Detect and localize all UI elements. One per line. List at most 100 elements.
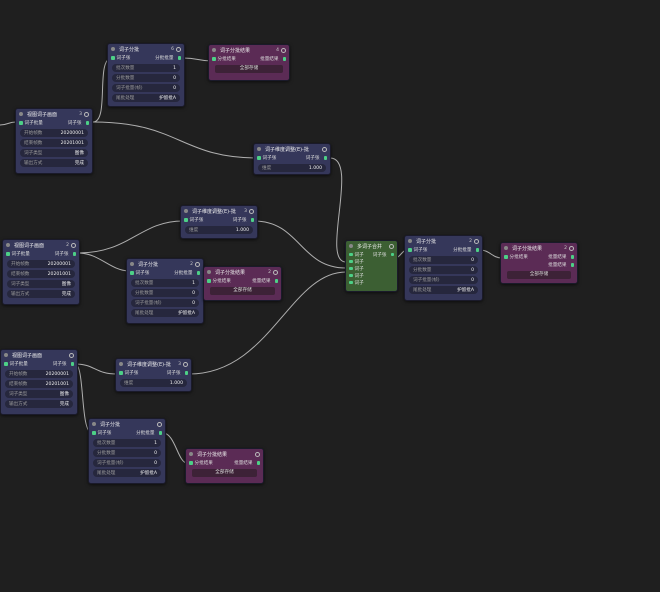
input-port[interactable] [4, 362, 8, 366]
result-node[interactable]: 词子分批结果 分批结果 批量结果 全部存储 [185, 448, 264, 484]
split-count-widget[interactable]: 分批数量 0 [112, 74, 180, 82]
execute-button[interactable]: 全部存储 [192, 469, 257, 477]
output-port[interactable] [274, 279, 278, 283]
output-port[interactable] [570, 263, 574, 267]
end-frame-widget[interactable]: 结束帧数 20201001 [7, 270, 75, 278]
output-port[interactable] [390, 252, 394, 257]
view-node[interactable]: 视图词子画面 3 词子批量 词子张 开始帧数 20200001 结束帧数 2020100… [15, 108, 93, 174]
batch-size-widget[interactable]: 批次数量 1 [131, 279, 199, 287]
input-port[interactable] [349, 259, 353, 264]
view-node[interactable]: 视图词子画面 2 词子批量 词子张 开始帧数 20200001 结束帧数 2020100… [2, 239, 80, 305]
input-port[interactable] [408, 248, 412, 252]
start-frame-widget[interactable]: 开始帧数 20200001 [5, 370, 73, 378]
split-node[interactable]: 词子分批 词子张 分批批量 批次数量 1 分批数量 0 词子批量(帧) 0 尾批处理 护留… [88, 418, 166, 484]
output-port[interactable] [570, 255, 574, 259]
output-port[interactable] [250, 218, 254, 222]
output-mode-widget[interactable]: 输出方式 完成 [20, 159, 88, 167]
collapse-dot-icon[interactable] [130, 262, 134, 266]
input-port[interactable] [189, 461, 193, 465]
result-node[interactable]: 词子分批结果 4 分批结果 批量结果 全部存储 [208, 44, 290, 81]
input-port[interactable] [257, 156, 261, 160]
split-count-widget[interactable]: 分批数量 0 [93, 449, 161, 457]
collapse-dot-icon[interactable] [504, 246, 508, 250]
output-port[interactable] [85, 121, 89, 125]
collapse-dot-icon[interactable] [92, 422, 96, 426]
end-frame-widget[interactable]: 结束帧数 20201001 [20, 139, 88, 147]
collapse-dot-icon[interactable] [19, 112, 23, 116]
output-port[interactable] [158, 431, 162, 435]
collapse-dot-icon[interactable] [207, 270, 211, 274]
input-port[interactable] [349, 273, 353, 278]
input-port[interactable] [6, 252, 10, 256]
tensor-type-widget[interactable]: 词子类型 图像 [7, 280, 75, 288]
merge-node[interactable]: 多词子合并 词子 词子张 词子 词子 词子 词子 [345, 240, 398, 292]
frame-widget[interactable]: 词子批量(帧) 0 [112, 84, 180, 92]
batch-size-widget[interactable]: 批次数量 1 [93, 439, 161, 447]
dim-widget[interactable]: 维度 1.000 [185, 226, 253, 234]
result-node[interactable]: 词子分批结果 2 分批结果 批量结果 全部存储 [203, 266, 282, 301]
input-port[interactable] [184, 218, 188, 222]
split-node[interactable]: 词子分批 6 词子张 分批批量 批次数量 1 分批数量 0 词子批量(帧) 0 尾批处理护… [107, 43, 185, 107]
input-port[interactable] [349, 252, 353, 257]
split-count-widget[interactable]: 分批数量 0 [131, 289, 199, 297]
input-port[interactable] [212, 57, 216, 61]
output-port[interactable] [70, 362, 74, 366]
collapse-dot-icon[interactable] [4, 353, 8, 357]
transform-node[interactable]: 词子维度调整(E)-批 3 词子张 词子张 维度 1.000 [115, 358, 192, 392]
end-frame-widget[interactable]: 结束帧数 20201001 [5, 380, 73, 388]
execute-button[interactable]: 全部存储 [210, 287, 275, 295]
split-node[interactable]: 词子分批 2 词子张 分批批量 批次数量 1 分批数量 0 词子批量(帧) 0 尾批处理护… [126, 258, 204, 324]
batch-size-widget[interactable]: 批次数量 1 [112, 64, 180, 72]
collapse-dot-icon[interactable] [408, 239, 412, 243]
input-port[interactable] [504, 255, 508, 259]
start-frame-widget[interactable]: 开始帧数 20200001 [20, 129, 88, 137]
input-port[interactable] [349, 280, 353, 285]
collapse-dot-icon[interactable] [349, 244, 353, 248]
tensor-type-widget[interactable]: 词子类型 图像 [5, 390, 73, 398]
frame-widget[interactable]: 词子批量(帧) 0 [131, 299, 199, 307]
result-node[interactable]: 词子分批结果 2 分批结果 批量结果 批量结果 全部存储 [500, 242, 578, 284]
dim-widget[interactable]: 维度 1.000 [258, 164, 326, 172]
collapse-dot-icon[interactable] [189, 452, 193, 456]
input-port[interactable] [19, 121, 23, 125]
output-port[interactable] [282, 57, 286, 61]
batch-size-widget[interactable]: 批次数量 0 [409, 256, 478, 264]
transform-node[interactable]: 词子维度调整(E)-批 3 词子张 词子张 维度 1.000 [180, 205, 258, 239]
tensor-type-widget[interactable]: 词子类型 图像 [20, 149, 88, 157]
output-port[interactable] [177, 56, 181, 60]
input-port[interactable] [130, 271, 134, 275]
tail-mode-widget[interactable]: 尾批处理 护留批A [409, 286, 478, 294]
frame-widget[interactable]: 词子批量(帧) 0 [409, 276, 478, 284]
collapse-dot-icon[interactable] [257, 147, 261, 151]
output-mode-widget[interactable]: 输出方式 完成 [7, 290, 75, 298]
tail-mode-widget[interactable]: 尾批处理 护留批A [131, 309, 199, 317]
input-port[interactable] [207, 279, 211, 283]
tail-mode-widget[interactable]: 尾批处理 护留批A [93, 469, 161, 477]
output-mode-widget[interactable]: 输出方式 完成 [5, 400, 73, 408]
output-port[interactable] [184, 371, 188, 375]
output-port[interactable] [72, 252, 76, 256]
input-port[interactable] [111, 56, 115, 60]
tail-mode-widget[interactable]: 尾批处理 护留批A [112, 94, 180, 102]
execute-button[interactable]: 全部存储 [507, 271, 571, 279]
collapse-dot-icon[interactable] [212, 48, 216, 52]
output-port[interactable] [323, 156, 327, 160]
dim-widget[interactable]: 维度 1.000 [120, 379, 187, 387]
view-node[interactable]: 视图词子画面 词子批量 词子张 开始帧数 20200001 结束帧数 20201001… [0, 349, 78, 415]
input-port[interactable] [119, 371, 123, 375]
collapse-dot-icon[interactable] [111, 47, 115, 51]
split-count-widget[interactable]: 分批数量 0 [409, 266, 478, 274]
output-port[interactable] [475, 248, 479, 252]
output-port[interactable] [256, 461, 260, 465]
collapse-dot-icon[interactable] [119, 362, 123, 366]
transform-node[interactable]: 词子维度调整(E)-批 词子张 词子张 维度 1.000 [253, 143, 331, 175]
collapse-dot-icon[interactable] [184, 209, 188, 213]
frame-widget[interactable]: 词子批量(帧) 0 [93, 459, 161, 467]
collapse-dot-icon[interactable] [6, 243, 10, 247]
input-port[interactable] [92, 431, 96, 435]
execute-button[interactable]: 全部存储 [215, 65, 283, 73]
start-frame-widget[interactable]: 开始帧数 20200001 [7, 260, 75, 268]
input-port[interactable] [349, 266, 353, 271]
split-node[interactable]: 词子分批 2 词子张 分批批量 批次数量 0 分批数量 0 词子批量(帧) 0 尾批处理护… [404, 235, 483, 301]
output-port[interactable] [196, 271, 200, 275]
